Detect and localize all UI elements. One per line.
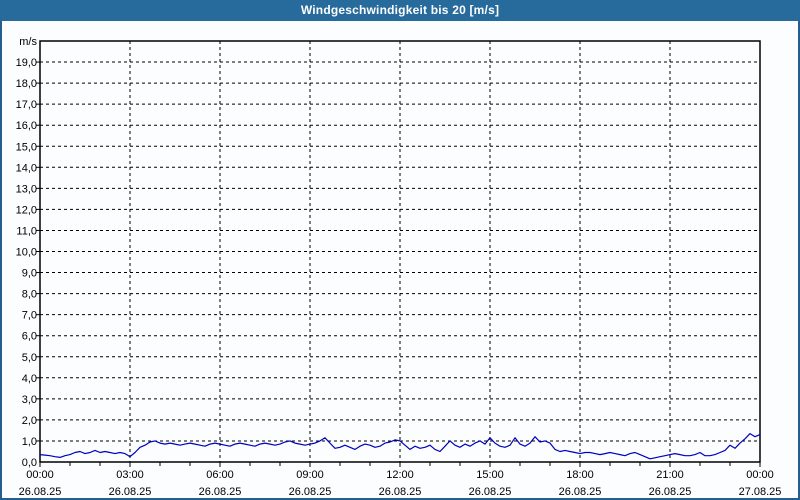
x-tick-time-label: 09:00 [296, 469, 324, 481]
chart-panel: Windgeschwindigkeit bis 20 [m/s] m/s 0,0… [0, 0, 800, 500]
y-tick-label: 10,0 [16, 247, 37, 259]
y-tick-label: 14,0 [16, 162, 37, 174]
x-tick-date-label: 26.08.25 [469, 486, 512, 498]
y-tick-label: 12,0 [16, 204, 37, 216]
x-tick-time-label: 15:00 [476, 469, 504, 481]
x-tick-time-label: 00:00 [746, 469, 774, 481]
y-tick-label: 17,0 [16, 99, 37, 111]
x-tick-date-label: 26.08.25 [289, 486, 332, 498]
y-tick-label: 2,0 [22, 415, 37, 427]
x-tick-time-label: 00:00 [26, 469, 54, 481]
y-tick-label: 16,0 [16, 120, 37, 132]
x-tick-date-label: 26.08.25 [199, 486, 242, 498]
x-tick-date-label: 26.08.25 [379, 486, 422, 498]
y-tick-label: 6,0 [22, 331, 37, 343]
y-tick-label: 19,0 [16, 57, 37, 69]
x-tick-date-label: 26.08.25 [109, 486, 152, 498]
x-tick-time-label: 03:00 [116, 469, 144, 481]
y-tick-label: 15,0 [16, 141, 37, 153]
x-tick-time-label: 06:00 [206, 469, 234, 481]
y-tick-label: 1,0 [22, 436, 37, 448]
x-tick-date-label: 26.08.25 [649, 486, 692, 498]
chart-title: Windgeschwindigkeit bis 20 [m/s] [0, 0, 800, 21]
y-tick-label: 5,0 [22, 352, 37, 364]
x-tick-date-label: 27.08.25 [739, 486, 782, 498]
y-tick-label: 13,0 [16, 183, 37, 195]
x-tick-time-label: 18:00 [566, 469, 594, 481]
x-tick-date-label: 26.08.25 [19, 486, 62, 498]
y-tick-label: 8,0 [22, 289, 37, 301]
y-tick-label: 18,0 [16, 78, 37, 90]
y-tick-label: 11,0 [16, 225, 37, 237]
x-tick-time-label: 12:00 [386, 469, 414, 481]
chart-canvas: 0,0 1,0 2,0 3,0 4,0 5,0 6,0 7,0 8,0 9,0 10,0 11,0 12… [16, 40, 782, 498]
x-tick-date-label: 26.08.25 [559, 486, 602, 498]
y-tick-label: 4,0 [22, 373, 37, 385]
y-tick-label: 7,0 [22, 310, 37, 322]
y-tick-label: 3,0 [22, 394, 37, 406]
x-tick-time-label: 21:00 [656, 469, 684, 481]
y-tick-label: 0,0 [22, 457, 37, 469]
y-tick-label: 9,0 [22, 268, 37, 280]
